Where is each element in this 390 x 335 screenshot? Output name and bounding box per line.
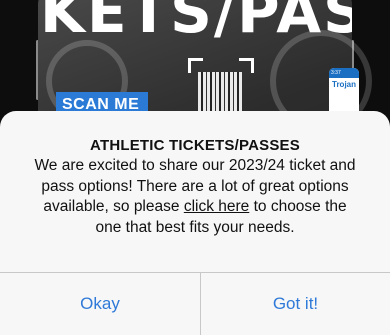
- promo-headline: KETS/PAS: [40, 0, 352, 46]
- mini-phone-brand: Trojan: [332, 80, 357, 89]
- qr-code-graphic: [188, 58, 254, 114]
- okay-button[interactable]: Okay: [0, 273, 200, 335]
- mini-phone-time: 3:37: [329, 68, 359, 78]
- alert-title: ATHLETIC TICKETS/PASSES: [90, 137, 300, 154]
- qr-corner: [188, 58, 203, 73]
- click-here-link[interactable]: click here: [184, 198, 249, 215]
- qr-code-icon: [198, 72, 242, 112]
- alert-dialog: ATHLETIC TICKETS/PASSES We are excited t…: [0, 111, 390, 335]
- got-it-button[interactable]: Got it!: [201, 273, 390, 335]
- alert-message: We are excited to share our 2023/24 tick…: [34, 156, 356, 238]
- qr-corner: [239, 58, 254, 73]
